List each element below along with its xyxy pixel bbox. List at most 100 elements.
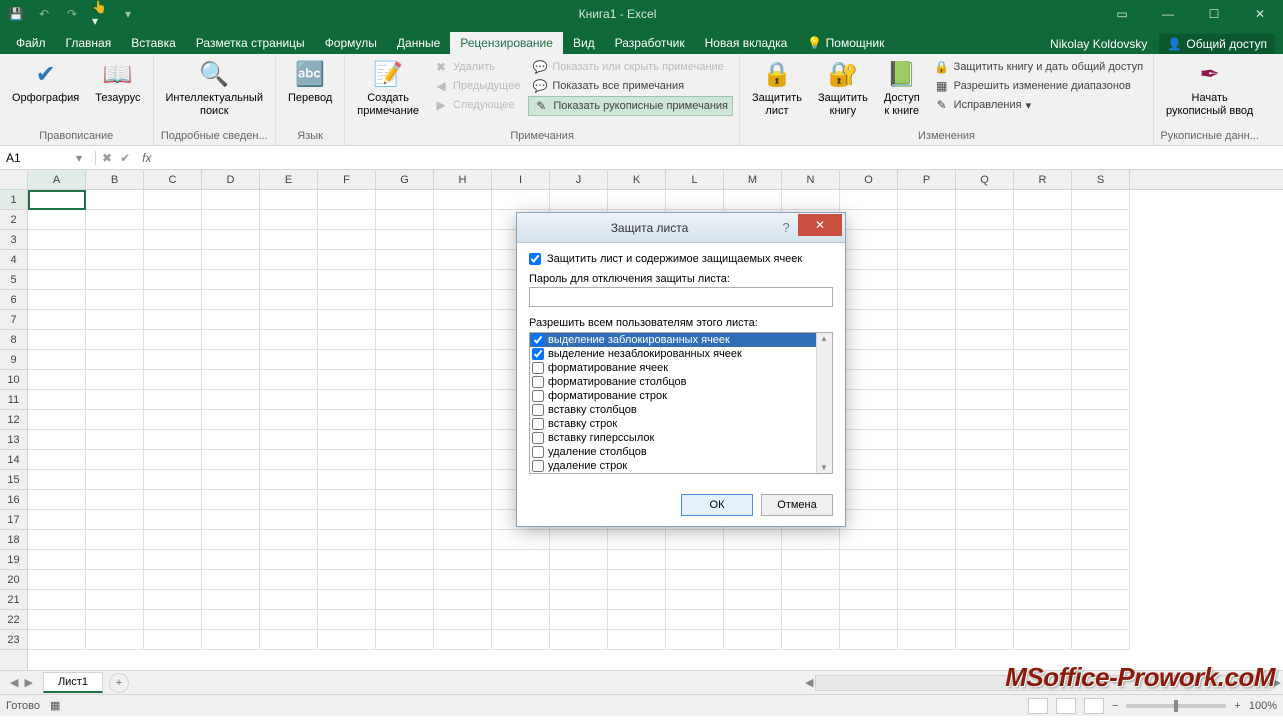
- cell[interactable]: [86, 470, 144, 490]
- row-header[interactable]: 17: [0, 510, 27, 530]
- cell[interactable]: [376, 510, 434, 530]
- cell[interactable]: [144, 630, 202, 650]
- cell[interactable]: [318, 370, 376, 390]
- cell[interactable]: [550, 570, 608, 590]
- cell[interactable]: [86, 510, 144, 530]
- cell[interactable]: [898, 490, 956, 510]
- cell[interactable]: [318, 590, 376, 610]
- cell[interactable]: [1014, 310, 1072, 330]
- cell[interactable]: [260, 290, 318, 310]
- cell[interactable]: [1072, 230, 1130, 250]
- cell[interactable]: [28, 550, 86, 570]
- cell[interactable]: [28, 270, 86, 290]
- protect-contents-checkbox[interactable]: Защитить лист и содержимое защищаемых яч…: [529, 253, 833, 265]
- cell[interactable]: [1072, 270, 1130, 290]
- cell[interactable]: [550, 550, 608, 570]
- cell[interactable]: [724, 630, 782, 650]
- cell[interactable]: [782, 190, 840, 210]
- cell[interactable]: [202, 210, 260, 230]
- cell[interactable]: [260, 550, 318, 570]
- qat-customize-icon[interactable]: ▾: [120, 6, 136, 22]
- cell[interactable]: [318, 290, 376, 310]
- permission-checkbox[interactable]: [532, 418, 544, 430]
- cell[interactable]: [898, 270, 956, 290]
- cell[interactable]: [202, 330, 260, 350]
- select-all-corner[interactable]: [0, 170, 28, 189]
- cell[interactable]: [898, 250, 956, 270]
- column-header[interactable]: P: [898, 170, 956, 189]
- cell[interactable]: [376, 450, 434, 470]
- permission-checkbox[interactable]: [532, 334, 544, 346]
- permission-item[interactable]: удаление столбцов: [530, 445, 816, 459]
- cell[interactable]: [1072, 470, 1130, 490]
- cell[interactable]: [318, 330, 376, 350]
- cell[interactable]: [434, 510, 492, 530]
- cell[interactable]: [434, 190, 492, 210]
- cell[interactable]: [1072, 590, 1130, 610]
- cell[interactable]: [840, 630, 898, 650]
- row-header[interactable]: 21: [0, 590, 27, 610]
- track-changes-button[interactable]: ✎Исправления ▾: [930, 96, 1147, 114]
- redo-icon[interactable]: ↷: [64, 6, 80, 22]
- cell[interactable]: [86, 530, 144, 550]
- cell[interactable]: [898, 430, 956, 450]
- cell[interactable]: [434, 330, 492, 350]
- cell[interactable]: [1014, 490, 1072, 510]
- cell[interactable]: [144, 450, 202, 470]
- cell[interactable]: [1014, 390, 1072, 410]
- cell[interactable]: [260, 430, 318, 450]
- row-header[interactable]: 9: [0, 350, 27, 370]
- cell[interactable]: [28, 590, 86, 610]
- cell[interactable]: [28, 530, 86, 550]
- cell[interactable]: [492, 530, 550, 550]
- cell[interactable]: [956, 250, 1014, 270]
- cell[interactable]: [86, 430, 144, 450]
- cell[interactable]: [376, 470, 434, 490]
- permission-item[interactable]: форматирование столбцов: [530, 375, 816, 389]
- cell[interactable]: [840, 190, 898, 210]
- cell[interactable]: [782, 550, 840, 570]
- cell[interactable]: [260, 390, 318, 410]
- cell[interactable]: [202, 350, 260, 370]
- cell[interactable]: [318, 250, 376, 270]
- cell[interactable]: [1072, 210, 1130, 230]
- cell[interactable]: [1014, 350, 1072, 370]
- cell[interactable]: [86, 370, 144, 390]
- cell[interactable]: [840, 470, 898, 490]
- cell[interactable]: [608, 530, 666, 550]
- column-header[interactable]: M: [724, 170, 782, 189]
- cell[interactable]: [144, 410, 202, 430]
- cell[interactable]: [202, 490, 260, 510]
- column-header[interactable]: E: [260, 170, 318, 189]
- cell[interactable]: [376, 490, 434, 510]
- cell[interactable]: [318, 570, 376, 590]
- tab-insert[interactable]: Вставка: [121, 32, 186, 54]
- tab-developer[interactable]: Разработчик: [605, 32, 695, 54]
- cell[interactable]: [144, 310, 202, 330]
- sheet-nav-next-icon[interactable]: ▶: [24, 676, 32, 689]
- cell[interactable]: [376, 530, 434, 550]
- cell[interactable]: [376, 190, 434, 210]
- cell[interactable]: [782, 610, 840, 630]
- cell[interactable]: [840, 450, 898, 470]
- row-header[interactable]: 18: [0, 530, 27, 550]
- cell[interactable]: [898, 630, 956, 650]
- cell[interactable]: [724, 190, 782, 210]
- cell[interactable]: [666, 610, 724, 630]
- cell[interactable]: [1072, 410, 1130, 430]
- cell[interactable]: [376, 370, 434, 390]
- column-header[interactable]: D: [202, 170, 260, 189]
- share-workbook-button[interactable]: 📗Доступ к книге: [878, 56, 926, 119]
- cell[interactable]: [202, 450, 260, 470]
- cell[interactable]: [434, 590, 492, 610]
- cell[interactable]: [86, 310, 144, 330]
- cell[interactable]: [202, 270, 260, 290]
- dialog-help-button[interactable]: ?: [774, 220, 798, 235]
- cell[interactable]: [840, 250, 898, 270]
- tab-layout[interactable]: Разметка страницы: [186, 32, 315, 54]
- cell[interactable]: [144, 470, 202, 490]
- ok-button[interactable]: ОК: [681, 494, 753, 516]
- cell[interactable]: [840, 270, 898, 290]
- cell[interactable]: [376, 250, 434, 270]
- cell[interactable]: [1072, 250, 1130, 270]
